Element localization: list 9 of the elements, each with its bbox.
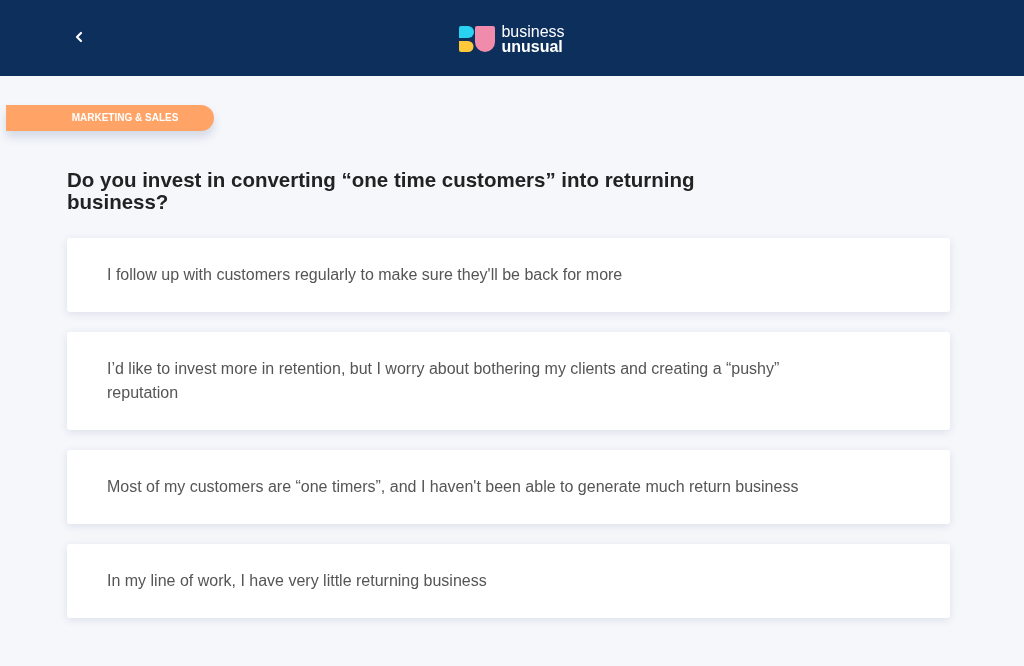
logo-wordmark-top: business: [501, 24, 565, 39]
answer-option[interactable]: In my line of work, I have very little returning business: [67, 543, 950, 618]
answer-option[interactable]: I follow up with customers regularly to make sure they'll be back for more: [67, 237, 950, 312]
question-heading: Do you invest in converting “one time customers” into returning business?: [67, 168, 696, 213]
logo-wordmark-bottom: unusual: [501, 39, 564, 54]
category-tag: MARKETING & SALES: [6, 104, 214, 131]
answer-option[interactable]: I’d like to invest more in retention, but I worry about bothering my clients and creating a “pushy” reputation: [67, 331, 950, 430]
logo-icon: [459, 26, 496, 52]
answer-option[interactable]: Most of my customers are “one timers”, and I haven't been able to generate much return business: [67, 449, 950, 524]
